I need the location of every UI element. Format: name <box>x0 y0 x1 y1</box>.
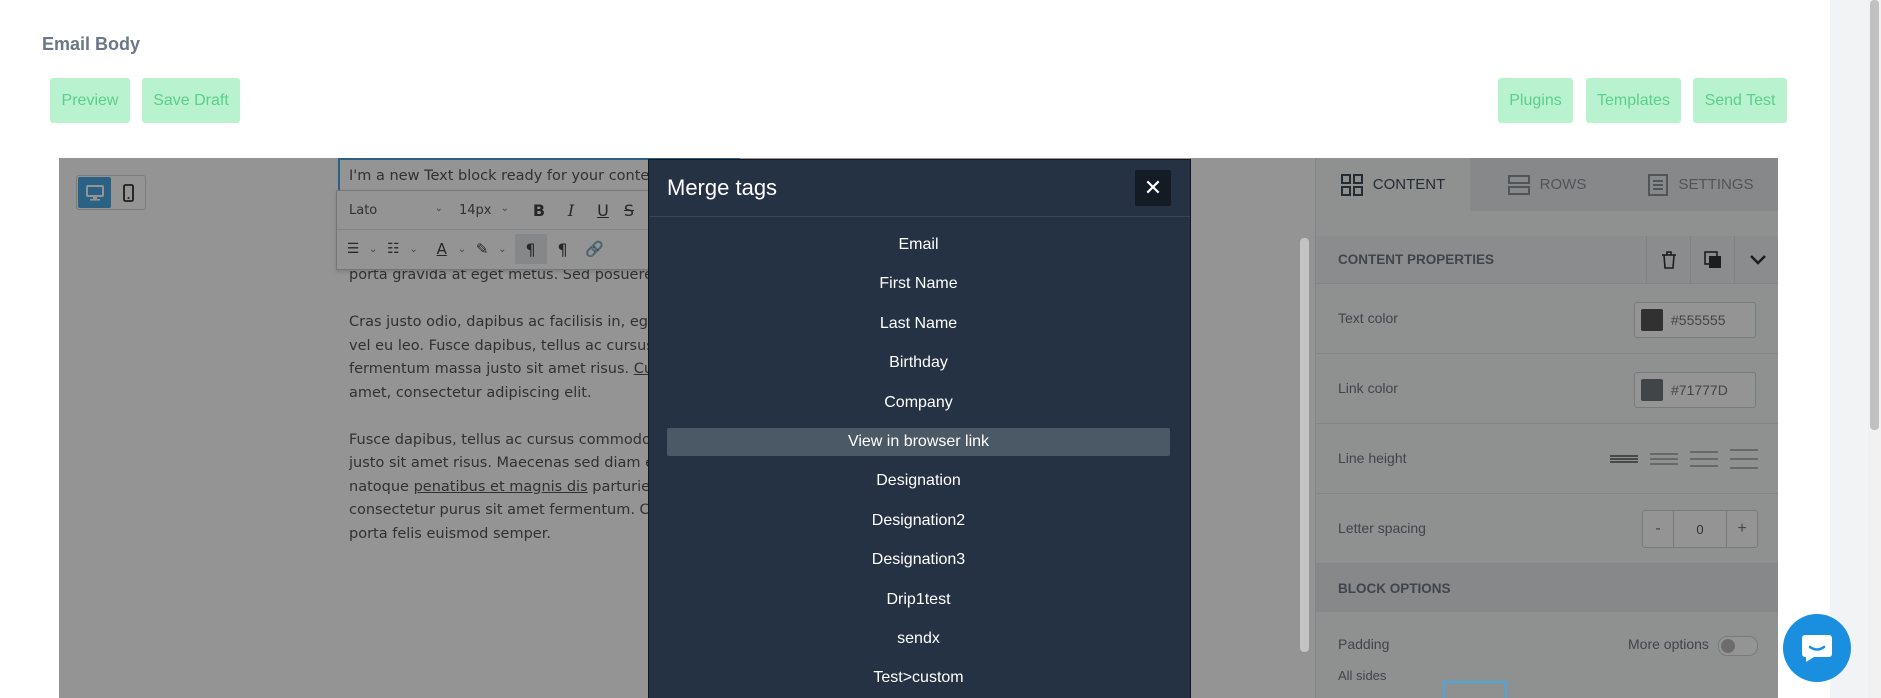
padding-input-highlight[interactable] <box>1443 681 1507 698</box>
merge-tag-item[interactable]: Designation2 <box>667 507 1170 535</box>
merge-tag-item[interactable]: First Name <box>667 270 1170 298</box>
templates-button[interactable]: Templates <box>1586 78 1681 123</box>
merge-tag-item[interactable]: Last Name <box>667 310 1170 338</box>
page-title: Email Body <box>42 34 141 54</box>
preview-button[interactable]: Preview <box>50 78 130 123</box>
merge-tag-item[interactable]: View in browser link <box>667 428 1170 456</box>
email-editor-page: Email Body Preview Save Draft Plugins Te… <box>0 0 1830 698</box>
merge-tag-item[interactable]: Designation3 <box>667 546 1170 574</box>
merge-tag-item[interactable]: Company <box>667 389 1170 417</box>
save-draft-button[interactable]: Save Draft <box>142 78 240 123</box>
merge-tags-modal: Merge tags ✕ Email First Name Last Name Bir… <box>648 159 1191 698</box>
modal-title: Merge tags <box>667 175 778 200</box>
chat-icon <box>1802 635 1832 662</box>
merge-tag-item[interactable]: Designation <box>667 467 1170 495</box>
scrollbar-thumb[interactable] <box>1870 0 1879 430</box>
close-button[interactable]: ✕ <box>1135 170 1171 206</box>
panel-scrollbar-thumb[interactable] <box>1300 238 1309 652</box>
send-test-button[interactable]: Send Test <box>1693 78 1787 123</box>
close-icon: ✕ <box>1143 175 1163 200</box>
merge-tag-item[interactable]: Test>custom <box>667 664 1170 692</box>
merge-tag-item[interactable]: sendx <box>667 625 1170 653</box>
chat-widget-button[interactable] <box>1783 614 1851 682</box>
merge-tag-item[interactable]: Email <box>667 231 1170 259</box>
divider <box>649 216 1190 217</box>
plugins-button[interactable]: Plugins <box>1498 78 1573 123</box>
merge-tag-item[interactable]: Drip1test <box>667 586 1170 614</box>
merge-tag-item[interactable]: Birthday <box>667 349 1170 377</box>
